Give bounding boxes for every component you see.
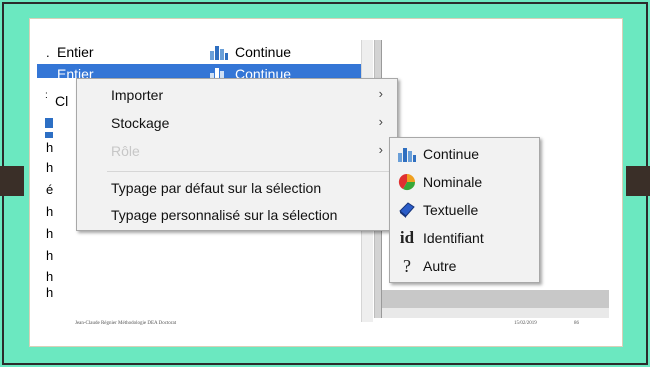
partial-row-text: h xyxy=(46,226,54,241)
menu-item-label: Rôle xyxy=(111,143,140,159)
submenu-item-label: Continue xyxy=(423,146,480,162)
horizontal-scrollbar[interactable] xyxy=(382,290,609,308)
role-submenu: Continue Nominale Textuelle id Identifia… xyxy=(389,137,540,283)
submenu-item-continue[interactable]: Continue xyxy=(390,140,539,168)
row-marker: . xyxy=(46,45,50,60)
right-edge-tab xyxy=(626,166,650,196)
partial-row-text: h xyxy=(46,269,54,284)
variable-row[interactable]: . Entier Continue xyxy=(37,42,361,62)
menu-item-label: Typage par défaut sur la sélection xyxy=(111,180,322,196)
partial-row-text: Cl xyxy=(55,93,69,109)
variable-nature: Continue xyxy=(209,44,291,60)
partial-row-marker: : xyxy=(45,90,48,101)
menu-item-role[interactable]: Rôle › xyxy=(77,139,397,165)
menu-item-label: Typage personnalisé sur la sélection xyxy=(111,207,338,223)
chevron-right-icon: › xyxy=(378,86,383,101)
menu-item-stockage[interactable]: Stockage › xyxy=(77,111,397,137)
text-shape-icon xyxy=(399,202,415,218)
submenu-item-label: Textuelle xyxy=(423,202,479,218)
id-glyph-icon: id xyxy=(399,228,415,247)
bar-chart-icon xyxy=(210,46,228,60)
variable-type: Entier xyxy=(57,66,94,78)
bar-chart-icon xyxy=(210,68,224,78)
chevron-right-icon: › xyxy=(378,142,383,157)
partial-row-text: h xyxy=(46,248,54,263)
submenu-item-textuelle[interactable]: Textuelle xyxy=(390,196,539,224)
status-strip xyxy=(382,308,609,318)
submenu-item-nominale[interactable]: Nominale xyxy=(390,168,539,196)
footer-author: Jean-Claude Régnier Méthodologie DEA Doc… xyxy=(75,321,177,326)
variable-nature: Continue xyxy=(209,66,291,78)
menu-item-default-typing[interactable]: Typage par défaut sur la sélection xyxy=(77,176,397,202)
submenu-item-label: Nominale xyxy=(423,174,483,190)
chevron-right-icon: › xyxy=(378,114,383,129)
partial-row-text: é xyxy=(46,182,54,197)
submenu-item-label: Identifiant xyxy=(423,230,484,246)
menu-item-label: Stockage xyxy=(111,115,170,131)
menu-item-custom-typing[interactable]: Typage personnalisé sur la sélection xyxy=(77,203,397,229)
partial-row-text: h xyxy=(46,285,54,300)
menu-item-label: Importer xyxy=(111,87,164,103)
submenu-item-identifiant[interactable]: id Identifiant xyxy=(390,224,539,252)
user-icon xyxy=(45,118,53,128)
submenu-item-label: Autre xyxy=(423,258,457,274)
variable-type: Entier xyxy=(57,44,94,60)
menu-separator xyxy=(107,171,393,172)
submenu-item-autre[interactable]: ? Autre xyxy=(390,252,539,280)
footer-date: 15/02/2019 xyxy=(514,321,537,326)
menu-item-importer[interactable]: Importer › xyxy=(77,83,397,109)
partial-row-text: h xyxy=(46,204,54,219)
nature-label: Continue xyxy=(235,44,292,60)
pie-chart-icon xyxy=(398,173,416,191)
footer-page-number: 86 xyxy=(574,321,579,326)
variable-row-selected[interactable]: Entier Continue xyxy=(37,64,361,78)
bar-chart-icon xyxy=(398,148,416,162)
question-mark-icon: ? xyxy=(403,255,411,276)
partial-row-text: h xyxy=(46,140,54,155)
user-icon xyxy=(45,132,53,138)
nature-label: Continue xyxy=(235,66,292,78)
partial-row-text: h xyxy=(46,160,54,175)
context-menu: Importer › Stockage › Rôle › Typage par … xyxy=(76,78,398,231)
left-edge-tab xyxy=(0,166,24,196)
